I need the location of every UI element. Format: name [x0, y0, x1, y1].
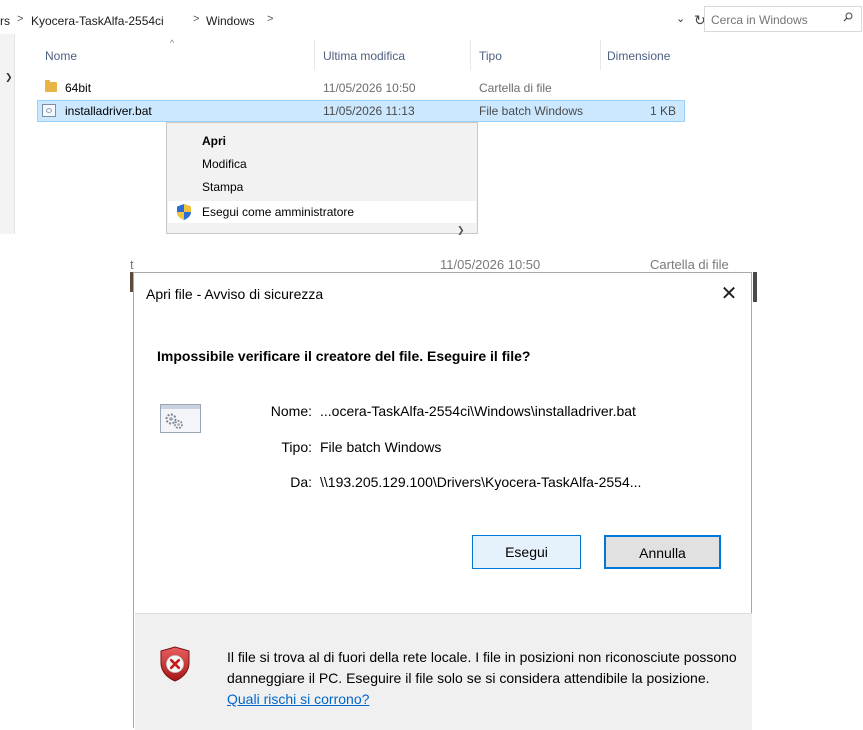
- background-edge: [753, 272, 757, 302]
- breadcrumb-item[interactable]: rs: [0, 14, 10, 28]
- cancel-button[interactable]: Annulla: [604, 535, 721, 569]
- security-warning-dialog: Apri file - Avviso di sicurezza ✕ Imposs…: [133, 272, 752, 730]
- menu-item-print[interactable]: Stampa: [202, 180, 243, 194]
- menu-item-edit[interactable]: Modifica: [202, 157, 247, 171]
- file-type: Cartella di file: [479, 81, 552, 95]
- name-label: Nome:: [270, 403, 312, 419]
- file-modified: 11/05/2026 10:50: [323, 81, 416, 95]
- warning-text: Il file si trova al di fuori della rete …: [227, 649, 737, 686]
- menu-item-label: Esegui come amministratore: [202, 205, 355, 219]
- close-button[interactable]: ✕: [712, 279, 746, 309]
- submenu-arrow-icon: ❯: [457, 225, 465, 235]
- run-button[interactable]: Esegui: [472, 535, 581, 569]
- search-input[interactable]: [711, 13, 821, 27]
- background-row-type: Cartella di file: [650, 257, 729, 272]
- background-row-modified: 11/05/2026 10:50: [440, 257, 541, 272]
- uac-shield-icon: [177, 204, 191, 220]
- breadcrumb-item[interactable]: Windows: [206, 14, 255, 28]
- from-value: \\193.205.129.100\Drivers\Kyocera-TaskAl…: [320, 474, 642, 490]
- sort-ascending-icon: ^: [170, 38, 175, 48]
- breadcrumb-separator[interactable]: >: [17, 13, 23, 25]
- file-type: File batch Windows: [479, 104, 584, 118]
- type-value: File batch Windows: [320, 439, 442, 455]
- dialog-title: Apri file - Avviso di sicurezza: [146, 286, 324, 302]
- name-value: ...ocera-TaskAlfa-2554ci\Windows\install…: [320, 403, 636, 419]
- address-bar[interactable]: rs > Kyocera-TaskAlfa-2554ci > Windows >…: [0, 0, 863, 34]
- context-menu: Apri Modifica Stampa Esegui come amminis…: [166, 122, 478, 235]
- navigation-pane[interactable]: ❯: [0, 34, 15, 234]
- file-name: 64bit: [65, 81, 92, 95]
- menu-item-open[interactable]: Apri: [202, 134, 226, 148]
- column-header-size[interactable]: Dimensione: [607, 49, 670, 63]
- column-header-type[interactable]: Tipo: [479, 49, 502, 63]
- column-header-modified[interactable]: Ultima modifica: [323, 49, 405, 63]
- breadcrumb-item[interactable]: Kyocera-TaskAlfa-2554ci: [31, 14, 164, 28]
- warning-message: Il file si trova al di fuori della rete …: [227, 647, 737, 710]
- folder-icon: [45, 80, 57, 92]
- dialog-heading: Impossibile verificare il creatore del f…: [157, 348, 531, 364]
- file-size: 1 KB: [650, 104, 677, 118]
- risks-link[interactable]: Quali rischi si corrono?: [227, 691, 369, 707]
- from-label: Da:: [290, 474, 312, 490]
- file-row[interactable]: 64bit 11/05/2026 10:50 Cartella di file: [37, 77, 685, 99]
- search-icon[interactable]: [843, 12, 853, 22]
- menu-item-run-as-admin[interactable]: Esegui come amministratore: [168, 201, 476, 223]
- chevron-down-icon[interactable]: ⌄: [676, 12, 685, 25]
- column-divider[interactable]: [314, 40, 315, 70]
- breadcrumb-separator[interactable]: >: [267, 13, 273, 25]
- expand-arrow-icon[interactable]: ❯: [5, 72, 13, 83]
- file-name: installadriver.bat: [65, 104, 152, 118]
- type-label: Tipo:: [281, 439, 312, 455]
- breadcrumb-separator[interactable]: >: [193, 13, 199, 25]
- column-divider[interactable]: [470, 40, 471, 70]
- background-row-name: t: [130, 257, 134, 272]
- search-box[interactable]: [704, 6, 862, 32]
- batch-file-icon: [160, 404, 201, 433]
- dialog-footer: Il file si trova al di fuori della rete …: [135, 613, 752, 730]
- file-explorer-window: rs > Kyocera-TaskAlfa-2554ci > Windows >…: [0, 0, 863, 235]
- file-modified: 11/05/2026 11:13: [323, 104, 415, 118]
- security-shield-warning-icon: [160, 646, 190, 682]
- column-divider[interactable]: [600, 40, 601, 70]
- batch-file-icon: [42, 104, 56, 117]
- file-row-selected[interactable]: installadriver.bat 11/05/2026 11:13 File…: [37, 100, 685, 122]
- gears-icon: [165, 413, 183, 429]
- close-icon: ✕: [720, 283, 738, 305]
- column-header-name[interactable]: Nome: [45, 49, 77, 63]
